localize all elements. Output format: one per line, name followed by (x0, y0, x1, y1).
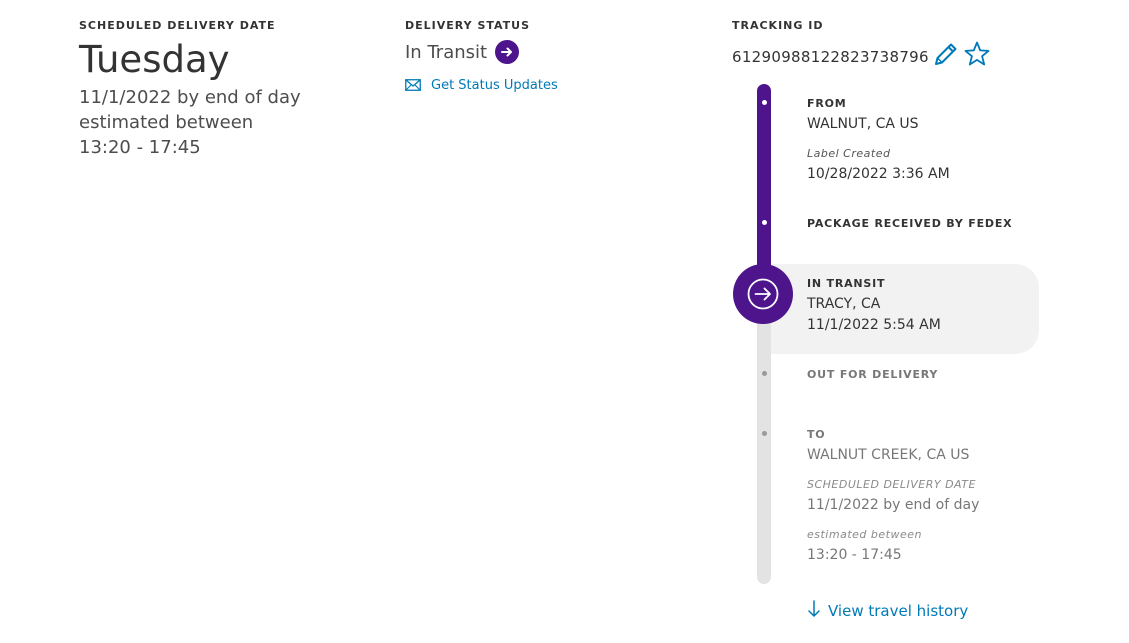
arrow-right-circle-icon (747, 278, 779, 310)
timeline-progress (757, 84, 771, 294)
delivery-status-label: DELIVERY STATUS (405, 19, 531, 32)
view-travel-history-label[interactable]: View travel history (828, 602, 968, 620)
timeline-dot-from (761, 100, 767, 105)
event-to-location: WALNUT CREEK, CA US (807, 447, 970, 463)
event-to-est-label: estimated between (807, 528, 922, 541)
arrow-right-circle-icon[interactable] (495, 40, 520, 64)
pencil-icon[interactable] (932, 40, 960, 72)
tracking-id-label: TRACKING ID (732, 19, 824, 32)
timeline-dot-received (761, 220, 767, 225)
event-from-sub-value: 10/28/2022 3:36 AM (807, 166, 950, 182)
in-transit-node (733, 264, 793, 324)
get-status-updates-link[interactable]: Get Status Updates (405, 76, 558, 95)
delivery-time-range: 13:20 - 17:45 (79, 137, 201, 158)
view-travel-history-link[interactable]: View travel history (807, 600, 968, 622)
arrow-down-icon (807, 600, 821, 622)
envelope-icon (405, 76, 421, 95)
event-from-sub-label: Label Created (807, 147, 891, 160)
scheduled-delivery-label: SCHEDULED DELIVERY DATE (79, 19, 276, 32)
event-out-for-delivery-title: OUT FOR DELIVERY (807, 368, 939, 381)
estimated-label: estimated between (79, 112, 254, 133)
event-to-title: TO (807, 428, 826, 441)
tracking-id-value: 61290988122823738796 (732, 48, 929, 66)
star-outline-icon[interactable] (963, 40, 991, 72)
event-current-location: TRACY, CA (807, 296, 881, 312)
event-received-title: PACKAGE RECEIVED BY FEDEX (807, 217, 1013, 230)
event-to-sched-label: SCHEDULED DELIVERY DATE (807, 478, 976, 491)
timeline-dot-out-for-delivery (761, 371, 767, 376)
event-to-sched-value: 11/1/2022 by end of day (807, 497, 980, 513)
event-to-est-value: 13:20 - 17:45 (807, 547, 902, 563)
event-current-title: IN TRANSIT (807, 277, 886, 290)
delivery-status-value: In Transit (405, 41, 488, 63)
event-current-time: 11/1/2022 5:54 AM (807, 317, 941, 333)
delivery-day: Tuesday (79, 38, 230, 81)
timeline-dot-to (761, 431, 767, 436)
delivery-status: In Transit (405, 40, 520, 64)
event-from-location: WALNUT, CA US (807, 116, 919, 132)
get-status-updates-label[interactable]: Get Status Updates (431, 78, 558, 93)
delivery-date-line: 11/1/2022 by end of day (79, 87, 301, 108)
event-from-title: FROM (807, 97, 847, 110)
